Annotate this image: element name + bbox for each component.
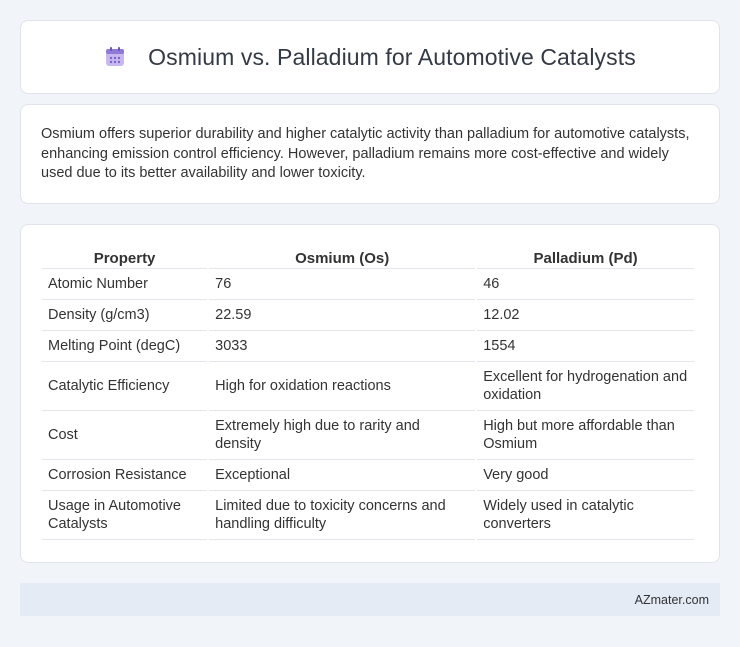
title-card: Osmium vs. Palladium for Automotive Cata…: [20, 20, 720, 94]
table-cell-palladium: Widely used in catalytic converters: [477, 491, 694, 540]
table-cell-osmium: Exceptional: [209, 460, 476, 491]
table-row: Catalytic Efficiency High for oxidation …: [42, 362, 694, 411]
summary-text: Osmium offers superior durability and hi…: [41, 126, 690, 181]
table-cell-palladium: Very good: [477, 460, 694, 491]
table-cell-osmium: Limited due to toxicity concerns and han…: [209, 491, 476, 540]
table-cell-osmium: Extremely high due to rarity and density: [209, 411, 476, 460]
table-cell-osmium: High for oxidation reactions: [209, 362, 476, 411]
table-cell-palladium: 12.02: [477, 300, 694, 331]
comparison-table: Property Osmium (Os) Palladium (Pd) Atom…: [40, 244, 696, 540]
table-row: Melting Point (degC) 3033 1554: [42, 331, 694, 362]
table-cell-property: Density (g/cm3): [42, 300, 208, 331]
table-cell-osmium: 76: [209, 269, 476, 300]
column-header-osmium: Osmium (Os): [209, 244, 476, 269]
column-header-property: Property: [42, 244, 208, 269]
table-row: Atomic Number 76 46: [42, 269, 694, 300]
table-cell-property: Cost: [42, 411, 208, 460]
table-cell-property: Corrosion Resistance: [42, 460, 208, 491]
comparison-table-card: Property Osmium (Os) Palladium (Pd) Atom…: [20, 224, 720, 563]
table-cell-osmium: 3033: [209, 331, 476, 362]
table-cell-palladium: 1554: [477, 331, 694, 362]
table-row: Cost Extremely high due to rarity and de…: [42, 411, 694, 460]
page-title: Osmium vs. Palladium for Automotive Cata…: [148, 43, 636, 70]
table-row: Density (g/cm3) 22.59 12.02: [42, 300, 694, 331]
table-cell-palladium: High but more affordable than Osmium: [477, 411, 694, 460]
footer-brand: AZmater.com: [634, 592, 709, 607]
table-row: Usage in Automotive Catalysts Limited du…: [42, 491, 694, 540]
table-cell-palladium: Excellent for hydrogenation and oxidatio…: [477, 362, 694, 411]
table-cell-property: Atomic Number: [42, 269, 208, 300]
table-cell-property: Melting Point (degC): [42, 331, 208, 362]
table-cell-osmium: 22.59: [209, 300, 476, 331]
table-cell-palladium: 46: [477, 269, 694, 300]
table-row: Corrosion Resistance Exceptional Very go…: [42, 460, 694, 491]
column-header-palladium: Palladium (Pd): [477, 244, 694, 269]
table-cell-property: Usage in Automotive Catalysts: [42, 491, 208, 540]
summary-card: Osmium offers superior durability and hi…: [20, 104, 720, 204]
table-header-row: Property Osmium (Os) Palladium (Pd): [42, 244, 694, 269]
table-cell-property: Catalytic Efficiency: [42, 362, 208, 411]
calendar-icon: [104, 46, 126, 68]
footer: AZmater.com: [20, 583, 720, 616]
